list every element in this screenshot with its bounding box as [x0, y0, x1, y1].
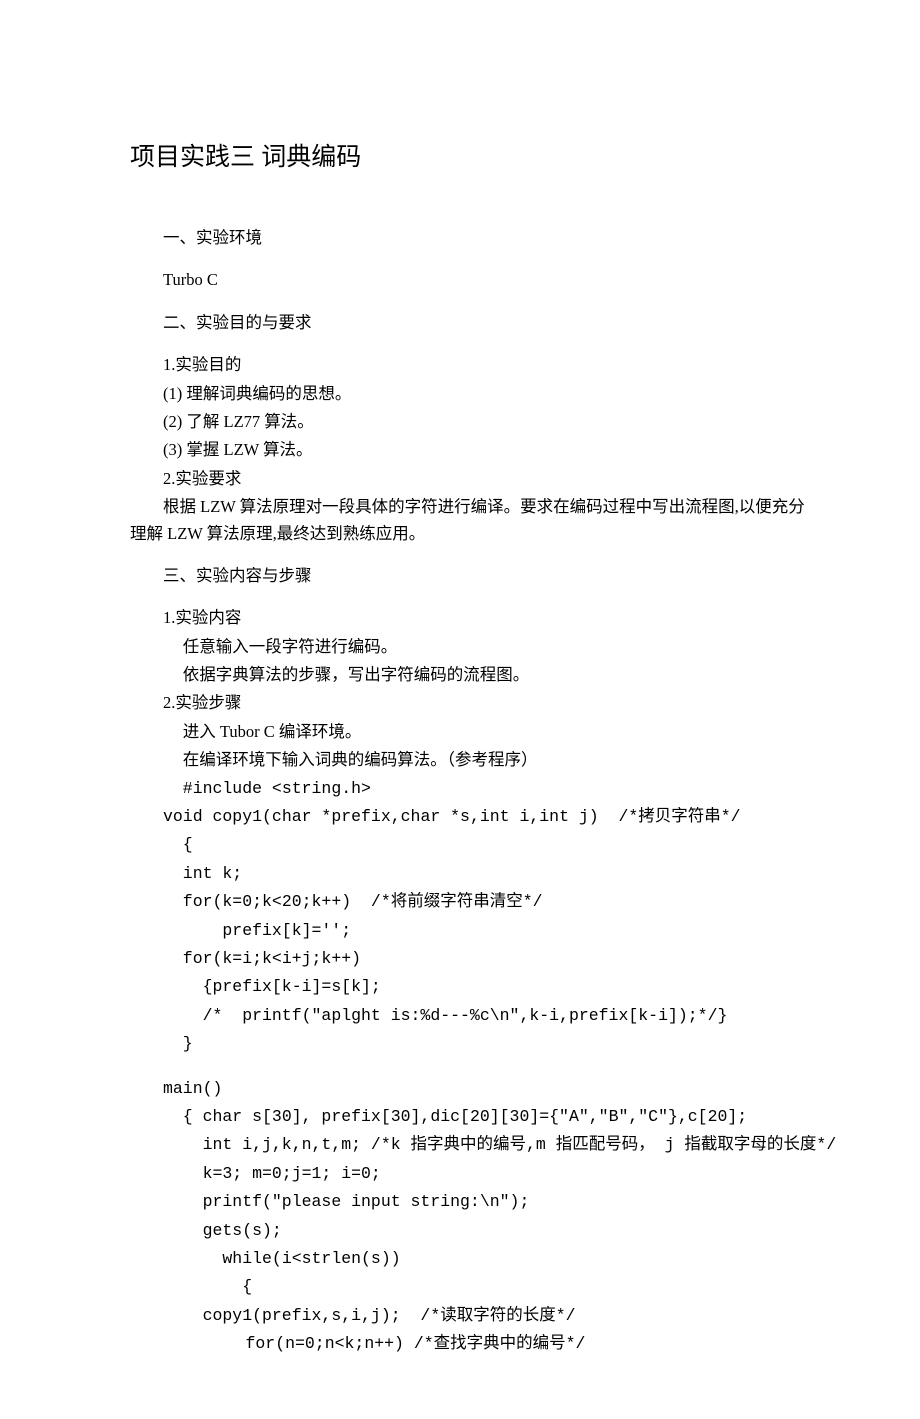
step-item-1: 进入 Tubor C 编译环境。: [130, 719, 810, 745]
code-span: {: [242, 1277, 252, 1296]
code-line: {: [130, 832, 810, 858]
code-line: {: [130, 1274, 810, 1300]
code-line: int i,j,k,n,t,m; /*k 指字典中的编号,m 指匹配号码， j …: [130, 1132, 810, 1158]
code-line: k=3; m=0;j=1; i=0;: [130, 1161, 810, 1187]
code-line: }: [130, 1031, 810, 1057]
environment-text: Turbo C: [130, 267, 810, 293]
requirement-heading: 2.实验要求: [130, 466, 810, 492]
code-line: int k;: [130, 861, 810, 887]
code-line: void copy1(char *prefix,char *s,int i,in…: [130, 804, 810, 830]
section-3-heading: 三、实验内容与步骤: [130, 563, 810, 589]
document-title: 项目实践三 词典编码: [130, 140, 810, 175]
code-line: /* printf("aplght is:%d---%c\n",k-i,pref…: [130, 1003, 810, 1029]
section-2-heading: 二、实验目的与要求: [130, 310, 810, 336]
code-line: for(k=i;k<i+j;k++): [130, 946, 810, 972]
code-line: while(i<strlen(s)): [130, 1246, 810, 1272]
requirement-body: 根据 LZW 算法原理对一段具体的字符进行编译。要求在编码过程中写出流程图,以便…: [130, 494, 810, 547]
content-heading: 1.实验内容: [130, 605, 810, 631]
content-item-2: 依据字典算法的步骤，写出字符编码的流程图。: [130, 662, 810, 688]
code-line: for(k=0;k<20;k++) /*将前缀字符串清空*/: [130, 889, 810, 915]
code-line: #include <string.h>: [130, 776, 810, 802]
steps-heading: 2.实验步骤: [130, 690, 810, 716]
content-item-1: 任意输入一段字符进行编码。: [130, 634, 810, 660]
purpose-item-3: (3) 掌握 LZW 算法。: [130, 437, 810, 463]
code-line: {prefix[k-i]=s[k];: [130, 974, 810, 1000]
code-line: copy1(prefix,s,i,j); /*读取字符的长度*/: [130, 1303, 810, 1329]
purpose-item-1: (1) 理解词典编码的思想。: [130, 381, 810, 407]
purpose-heading: 1.实验目的: [130, 352, 810, 378]
step-item-2: 在编译环境下输入词典的编码算法。（参考程序）: [130, 747, 810, 773]
code-line: prefix[k]='';: [130, 918, 810, 944]
requirement-text: 根据 LZW 算法原理对一段具体的字符进行编译。要求在编码过程中写出流程图,以便…: [130, 494, 810, 547]
section-1-heading: 一、实验环境: [130, 225, 810, 251]
code-span: while(i<strlen(s)): [222, 1249, 400, 1268]
page: 项目实践三 词典编码 一、实验环境 Turbo C 二、实验目的与要求 1.实验…: [0, 0, 920, 1419]
code-line: gets(s);: [130, 1218, 810, 1244]
code-line: for(n=0;n<k;n++) /*查找字典中的编号*/: [130, 1331, 810, 1357]
code-line: { char s[30], prefix[30],dic[20][30]={"A…: [130, 1104, 810, 1130]
code-line: printf("please input string:\n");: [130, 1189, 810, 1215]
purpose-item-2: (2) 了解 LZ77 算法。: [130, 409, 810, 435]
code-line: main(): [130, 1076, 810, 1102]
